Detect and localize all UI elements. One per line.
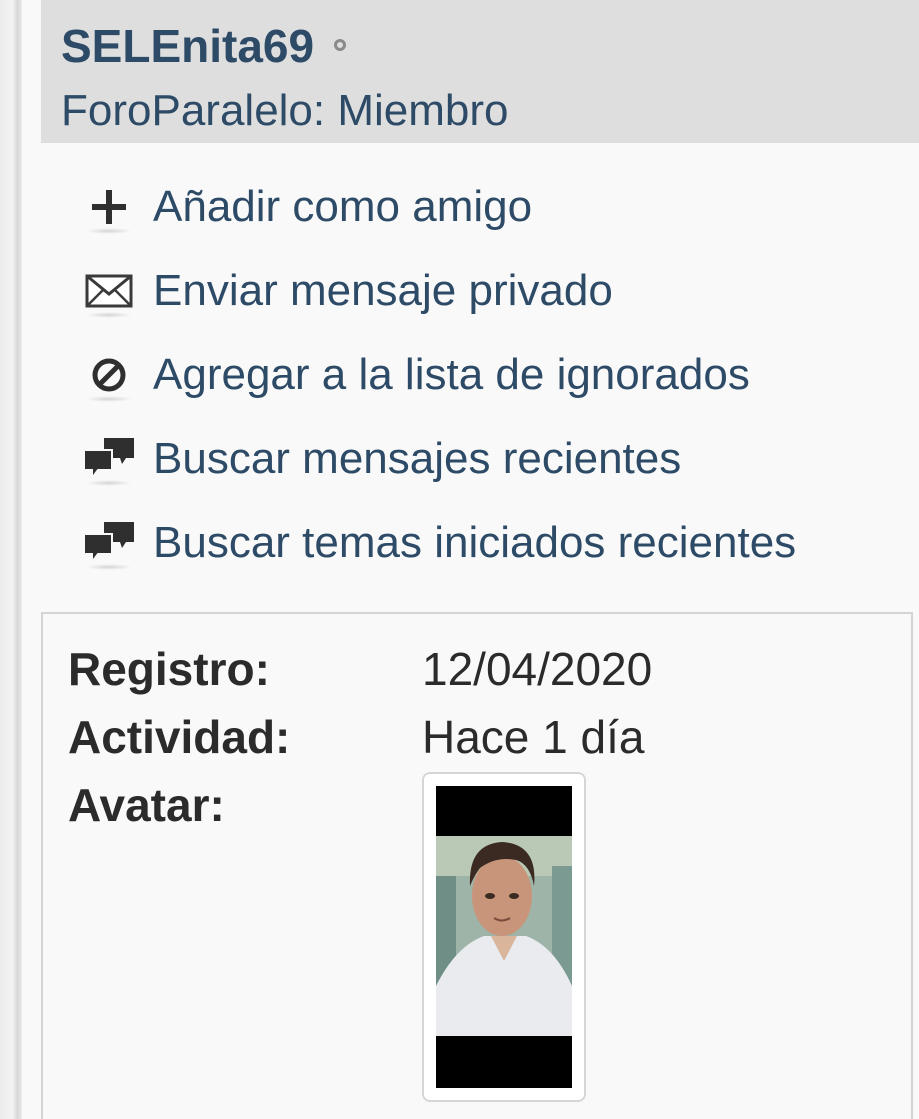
registration-label: Registro:	[68, 643, 270, 695]
activity-label: Actividad:	[68, 711, 291, 763]
avatar-label: Avatar:	[68, 779, 225, 831]
send-private-message-link[interactable]: Enviar mensaje privado	[80, 249, 796, 333]
registration-date: 12/04/2020	[422, 643, 653, 695]
avatar[interactable]	[422, 772, 586, 1102]
username-link[interactable]: SELEnita69	[61, 18, 347, 74]
search-recent-posts-label[interactable]: Buscar mensajes recientes	[153, 432, 681, 486]
send-private-message-label[interactable]: Enviar mensaje privado	[153, 264, 613, 318]
search-recent-posts-link[interactable]: Buscar mensajes recientes	[80, 417, 796, 501]
search-recent-threads-label[interactable]: Buscar temas iniciados recientes	[153, 516, 796, 570]
left-rail	[0, 0, 22, 1119]
chat-bubbles-icon	[80, 436, 138, 486]
search-recent-threads-link[interactable]: Buscar temas iniciados recientes	[80, 501, 796, 585]
add-friend-link[interactable]: Añadir como amigo	[80, 165, 796, 249]
profile-page: SELEnita69 ForoParalelo: Miembro Añadir …	[0, 0, 919, 1119]
activity-value: Hace 1 día	[422, 711, 645, 763]
block-icon	[80, 352, 138, 402]
avatar-image	[436, 786, 572, 1088]
profile-header: SELEnita69 ForoParalelo: Miembro	[41, 0, 919, 143]
add-to-ignore-list-label[interactable]: Agregar a la lista de ignorados	[153, 348, 750, 402]
envelope-icon	[80, 268, 138, 318]
profile-actions: Añadir como amigo Enviar mensaje privado	[80, 165, 796, 585]
profile-info-box: Registro: 12/04/2020 Actividad: Hace 1 d…	[41, 612, 913, 1119]
offline-status-icon	[334, 38, 347, 51]
username-text[interactable]: SELEnita69	[61, 20, 314, 72]
plus-icon	[80, 184, 138, 234]
add-to-ignore-list-link[interactable]: Agregar a la lista de ignorados	[80, 333, 796, 417]
user-title: ForoParalelo: Miembro	[61, 86, 509, 135]
chat-bubbles-icon	[80, 520, 138, 570]
add-friend-label[interactable]: Añadir como amigo	[153, 180, 532, 234]
